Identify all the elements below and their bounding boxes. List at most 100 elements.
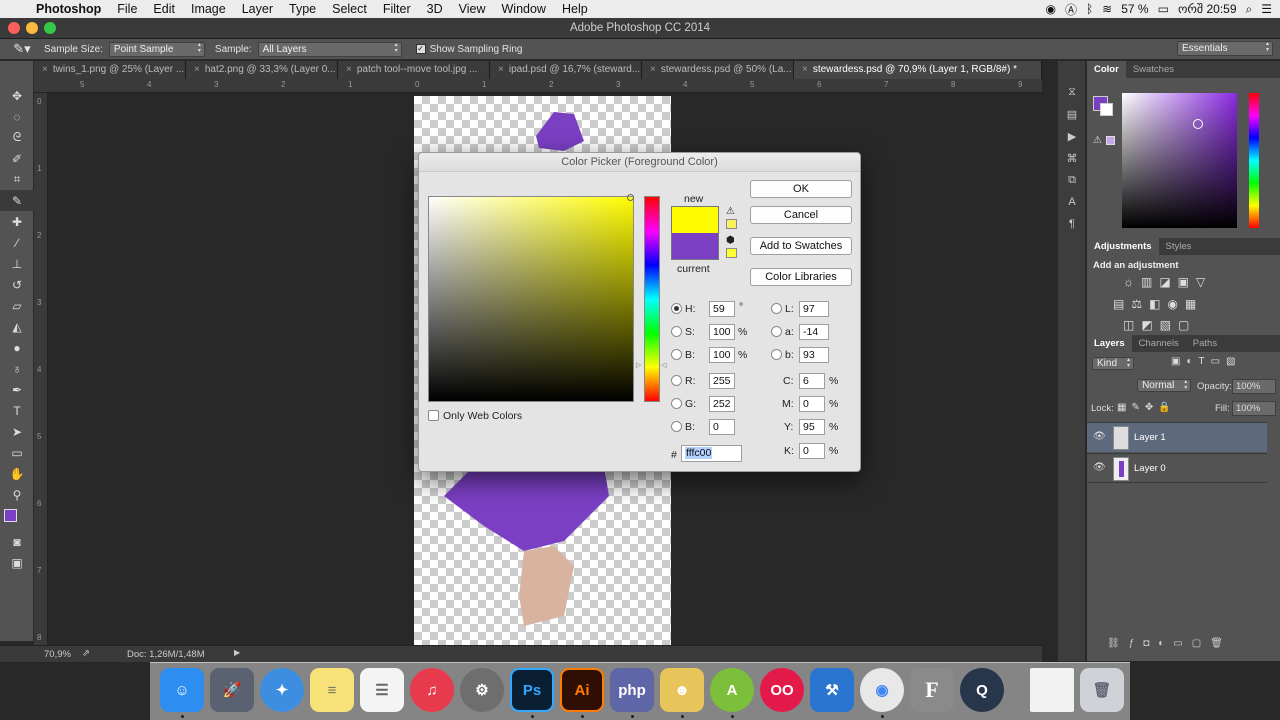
tab-ipad[interactable]: × ipad.psd @ 16,7% (steward... — [490, 61, 642, 79]
layer-name[interactable]: Layer 0 — [1134, 463, 1166, 474]
brush-presets-icon[interactable]: ⌘ — [1058, 147, 1086, 169]
r-radio[interactable] — [671, 375, 682, 386]
menu-layer[interactable]: Layer — [234, 2, 281, 16]
system-preferences-icon[interactable]: ⚙ — [460, 668, 504, 712]
close-tab-icon[interactable]: × — [346, 64, 352, 75]
visibility-eye-icon[interactable]: 👁 — [1093, 431, 1106, 442]
itunes-icon[interactable]: ♫ — [410, 668, 454, 712]
tab-patch-tool[interactable]: × patch tool--move tool.jpg ... — [338, 61, 490, 79]
color-field[interactable] — [428, 194, 634, 402]
layer-filter-icons[interactable]: ▣◐T▭▨ — [1171, 356, 1242, 367]
adobe-icon[interactable]: Ⓐ — [1065, 1, 1077, 18]
color-libraries-button[interactable]: Color Libraries — [750, 268, 852, 286]
lasso-tool-icon[interactable]: ᘓ — [0, 127, 34, 148]
screen-mode-icon[interactable]: ▣ — [0, 552, 34, 573]
foreground-color-swatch[interactable] — [4, 509, 17, 522]
rectangle-tool-icon[interactable]: ▭ — [0, 442, 34, 463]
ok-button[interactable]: OK — [750, 180, 852, 198]
spotlight-search-icon[interactable]: ⌕ — [1246, 2, 1253, 17]
share-icon[interactable]: ⇗ — [82, 648, 90, 659]
quick-mask-icon[interactable]: ◙ — [0, 531, 34, 552]
menu-edit[interactable]: Edit — [145, 2, 183, 16]
hue-slider-left-arrow[interactable]: ▷ — [636, 361, 641, 369]
color-field-cursor[interactable] — [1193, 119, 1203, 129]
close-tab-icon[interactable]: × — [42, 64, 48, 75]
tab-stewardess-active[interactable]: × stewardess.psd @ 70,9% (Layer 1, RGB/8#… — [794, 61, 1042, 79]
layer-action-icons[interactable]: ⛓ƒ◘◐▭▢🗑 — [1107, 638, 1232, 649]
document-stack-icon[interactable] — [1030, 668, 1074, 712]
color-field[interactable] — [1122, 93, 1237, 228]
cancel-button[interactable]: Cancel — [750, 206, 852, 224]
blue-radio[interactable] — [671, 421, 682, 432]
lab-b-input[interactable]: 93 — [799, 347, 829, 363]
blur-tool-icon[interactable]: ● — [0, 337, 34, 358]
blue-input[interactable]: 0 — [709, 419, 735, 435]
clone-stamp-tool-icon[interactable]: ⊥ — [0, 253, 34, 274]
close-tab-icon[interactable]: × — [194, 64, 200, 75]
crop-tool-icon[interactable]: ⌗ — [0, 169, 34, 190]
menu-filter[interactable]: Filter — [375, 2, 419, 16]
tab-swatches[interactable]: Swatches — [1126, 61, 1181, 78]
launchpad-icon[interactable]: 🚀 — [210, 668, 254, 712]
menu-image[interactable]: Image — [183, 2, 234, 16]
web-safe-warning-icon[interactable]: ⬢ — [726, 235, 735, 246]
r-input[interactable]: 255 — [709, 373, 735, 389]
layer-row-layer-0[interactable]: 👁 Layer 0 — [1087, 453, 1267, 483]
y-input[interactable]: 95 — [799, 419, 825, 435]
close-tab-icon[interactable]: × — [498, 64, 504, 75]
adjustment-icons-row-1[interactable]: ☼▥◪▣▽ — [1123, 275, 1212, 289]
adjustment-icons-row-3[interactable]: ◫◩▧▢ — [1123, 318, 1196, 332]
web-safe-color-swatch[interactable] — [726, 248, 737, 258]
lab-b-radio[interactable] — [771, 349, 782, 360]
type-tool-icon[interactable]: T — [0, 400, 34, 421]
zoom-tool-icon[interactable]: ⚲ — [0, 484, 34, 505]
eraser-tool-icon[interactable]: ▱ — [0, 295, 34, 316]
photoshop-icon[interactable]: Ps — [510, 668, 554, 712]
tab-layers[interactable]: Layers — [1087, 335, 1132, 352]
clone-source-icon[interactable]: ⧉ — [1058, 169, 1086, 191]
path-selection-tool-icon[interactable]: ➤ — [0, 421, 34, 442]
properties-icon[interactable]: ▤ — [1058, 103, 1086, 125]
tab-channels[interactable]: Channels — [1132, 335, 1186, 352]
tab-hat2[interactable]: × hat2.png @ 33,3% (Layer 0... — [186, 61, 338, 79]
illustrator-icon[interactable]: Ai — [560, 668, 604, 712]
php-icon[interactable]: php — [610, 668, 654, 712]
s-radio[interactable] — [671, 326, 682, 337]
a-input[interactable]: -14 — [799, 324, 829, 340]
color-field-cursor[interactable] — [627, 194, 634, 201]
menu-3d[interactable]: 3D — [419, 2, 451, 16]
eyedropper-tool-icon[interactable]: ✎ — [0, 190, 34, 211]
layer-name[interactable]: Layer 1 — [1134, 432, 1166, 443]
l-input[interactable]: 97 — [799, 301, 829, 317]
close-tab-icon[interactable]: × — [802, 64, 808, 75]
layer-filter-select[interactable]: Kind — [1092, 357, 1135, 370]
tab-styles[interactable]: Styles — [1159, 238, 1199, 255]
status-arrow-icon[interactable]: ▶ — [234, 648, 240, 657]
marquee-tool-icon[interactable]: ◌ — [0, 106, 34, 127]
out-of-gamut-warning-icon[interactable]: ⚠ — [726, 206, 735, 217]
adjustment-icons-row-2[interactable]: ▤⚖◧◉▦ — [1113, 297, 1203, 311]
sample-select[interactable]: All Layers — [257, 41, 402, 57]
c-input[interactable]: 6 — [799, 373, 825, 389]
menu-type[interactable]: Type — [281, 2, 324, 16]
b-radio[interactable] — [671, 349, 682, 360]
s-input[interactable]: 100 — [709, 324, 735, 340]
only-web-colors-checkbox[interactable] — [428, 410, 439, 421]
l-radio[interactable] — [771, 303, 782, 314]
tab-color[interactable]: Color — [1087, 61, 1126, 78]
android-studio-icon[interactable]: A — [710, 668, 754, 712]
gamut-color-swatch[interactable] — [726, 219, 737, 229]
tab-stewardess-50[interactable]: × stewardess.psd @ 50% (La... — [642, 61, 794, 79]
history-brush-tool-icon[interactable]: ↺ — [0, 274, 34, 295]
sample-size-select[interactable]: Point Sample — [108, 41, 205, 57]
trash-icon[interactable]: 🗑 — [1080, 668, 1124, 712]
menu-file[interactable]: File — [109, 2, 145, 16]
h-input[interactable]: 59 — [709, 301, 735, 317]
move-tool-icon[interactable]: ✥ — [0, 85, 34, 106]
gamut-swatch[interactable] — [1106, 136, 1115, 145]
show-sampling-ring-checkbox[interactable]: ✓ — [415, 44, 426, 54]
finder-icon[interactable]: ☺ — [160, 668, 204, 712]
xcode-icon[interactable]: ⚒ — [810, 668, 854, 712]
pen-tool-icon[interactable]: ✒ — [0, 379, 34, 400]
brush-tool-icon[interactable]: ∕ — [0, 232, 34, 253]
